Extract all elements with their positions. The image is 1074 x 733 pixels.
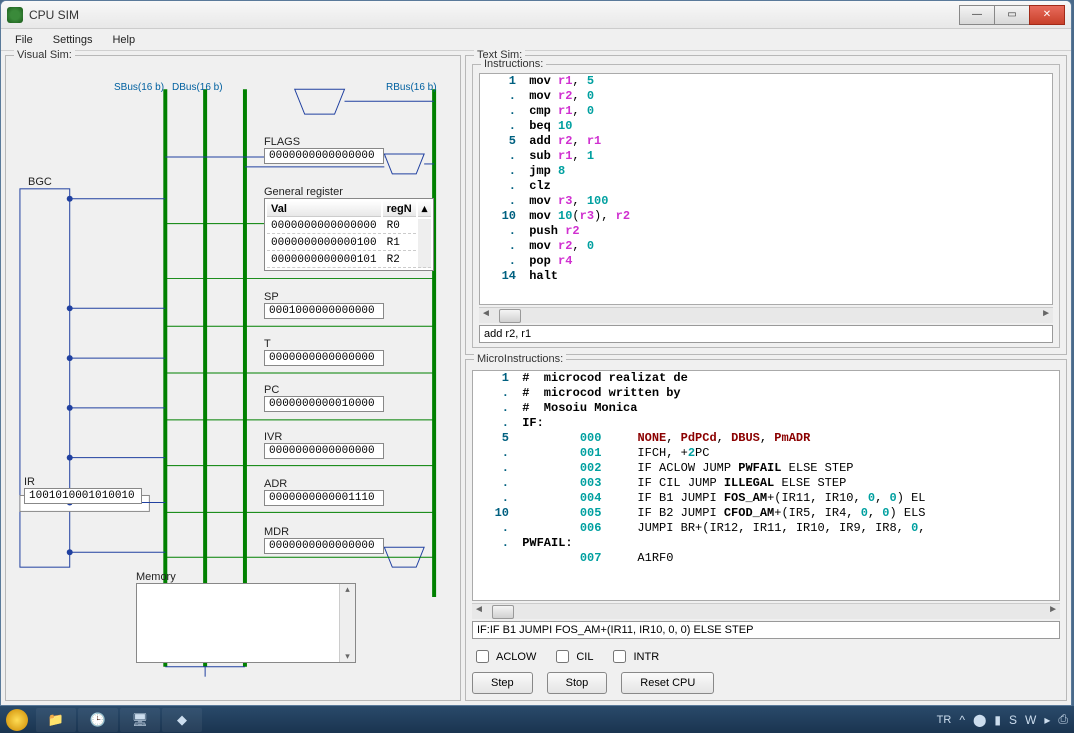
app-window: CPU SIM — ▭ ✕ File Settings Help Visual … (0, 0, 1072, 706)
gen-reg-table[interactable]: Val regN ▴ 0000000000000000R0 0000000000… (264, 198, 434, 271)
micro-hscroll[interactable] (472, 603, 1060, 619)
text-sim-panel: Text Sim: Instructions: 1 mov r1, 5. mov… (465, 55, 1067, 355)
flags-value: 0000000000000000 (264, 148, 384, 164)
visual-sim-panel: Visual Sim: (5, 55, 461, 701)
menu-file[interactable]: File (7, 32, 41, 48)
system-tray[interactable]: TR ^ ⬤ ▮ S W ▸ ⎙ (937, 712, 1068, 727)
ir-label: IR (24, 476, 142, 488)
tray-s-icon[interactable]: S (1009, 713, 1017, 727)
memory-label: Memory (136, 571, 356, 583)
stop-button[interactable]: Stop (547, 672, 608, 694)
chevron-up-icon[interactable]: ^ (959, 713, 965, 727)
gen-reg-col-val[interactable]: Val (267, 201, 381, 217)
micro-label: MicroInstructions: (474, 353, 566, 365)
pc-label: PC (264, 384, 384, 396)
instructions-label: Instructions: (481, 58, 546, 70)
instructions-status[interactable]: add r2, r1 (479, 325, 1053, 343)
titlebar: CPU SIM — ▭ ✕ (1, 1, 1071, 29)
sp-label: SP (264, 291, 384, 303)
flags-label: FLAGS (264, 136, 384, 148)
pc-value: 0000000000010000 (264, 396, 384, 412)
mdr-label: MDR (264, 526, 384, 538)
adr-value: 0000000000001110 (264, 490, 384, 506)
adr-label: ADR (264, 478, 384, 490)
gen-reg-col-n[interactable]: regN (383, 201, 416, 217)
micro-panel: MicroInstructions: 1 # microcod realizat… (465, 359, 1067, 701)
right-panels: Text Sim: Instructions: 1 mov r1, 5. mov… (465, 55, 1067, 701)
ivr-label: IVR (264, 431, 384, 443)
t-value: 0000000000000000 (264, 350, 384, 366)
tray-net-icon[interactable]: ⎙ (1058, 712, 1068, 727)
minimize-button[interactable]: — (959, 5, 995, 25)
micro-status[interactable]: IF:IF B1 JUMPI FOS_AM+(IR11, IR10, 0, 0)… (472, 621, 1060, 639)
menu-settings[interactable]: Settings (45, 32, 101, 48)
scroll-up-icon[interactable]: ▴ (345, 584, 350, 595)
sbus-label: SBus(16 b) (114, 82, 164, 93)
menubar: File Settings Help (1, 29, 1071, 51)
tray-shield-icon[interactable]: ⬤ (973, 713, 986, 727)
visual-sim-label: Visual Sim: (14, 49, 75, 61)
table-row: 0000000000000101R2 (267, 253, 431, 268)
start-button[interactable] (6, 709, 28, 731)
ivr-value: 0000000000000000 (264, 443, 384, 459)
app-icon (7, 7, 23, 23)
taskbar-cpusim-icon[interactable]: ◆ (162, 708, 202, 732)
sp-value: 0001000000000000 (264, 303, 384, 319)
step-button[interactable]: Step (472, 672, 533, 694)
mdr-value: 0000000000000000 (264, 538, 384, 554)
maximize-button[interactable]: ▭ (994, 5, 1030, 25)
close-button[interactable]: ✕ (1029, 5, 1065, 25)
main-area: Visual Sim: (1, 51, 1071, 705)
gen-reg-scroll-up[interactable]: ▴ (418, 201, 432, 217)
tray-monitor-icon[interactable]: ▮ (994, 713, 1001, 727)
table-row: 0000000000000100R1 (267, 236, 431, 251)
aclow-check[interactable]: ACLOW (472, 647, 536, 666)
taskbar-app-icon[interactable]: 🖥 (120, 708, 160, 732)
reset-button[interactable]: Reset CPU (621, 672, 714, 694)
bgc-label: BGC (28, 176, 52, 188)
table-row: 0000000000000000R0 (267, 219, 431, 234)
taskbar-clock-icon[interactable]: 🕒 (78, 708, 118, 732)
memory-list[interactable]: ▴ ▾ (136, 583, 356, 663)
dbus-label: DBus(16 b) (172, 82, 223, 93)
micro-editor[interactable]: 1 # microcod realizat de. # microcod wri… (472, 370, 1060, 601)
tray-w-icon[interactable]: W (1025, 713, 1036, 727)
taskbar-explorer-icon[interactable]: 📁 (36, 708, 76, 732)
instructions-editor[interactable]: 1 mov r1, 5. mov r2, 0. cmp r1, 0. beq 1… (479, 73, 1053, 305)
instructions-hscroll[interactable] (479, 307, 1053, 323)
window-title: CPU SIM (29, 8, 960, 22)
menu-help[interactable]: Help (104, 32, 143, 48)
taskbar[interactable]: 📁 🕒 🖥 ◆ TR ^ ⬤ ▮ S W ▸ ⎙ (0, 706, 1074, 733)
cil-check[interactable]: CIL (552, 647, 593, 666)
ir-value: 1001010001010010 (24, 488, 142, 504)
tray-lang[interactable]: TR (937, 714, 952, 726)
scroll-down-icon[interactable]: ▾ (345, 651, 350, 662)
rbus-label: RBus(16 b) (386, 82, 437, 93)
tray-flag-icon[interactable]: ▸ (1044, 713, 1050, 727)
intr-check[interactable]: INTR (609, 647, 659, 666)
gen-reg-label: General register (264, 186, 434, 198)
t-label: T (264, 338, 384, 350)
